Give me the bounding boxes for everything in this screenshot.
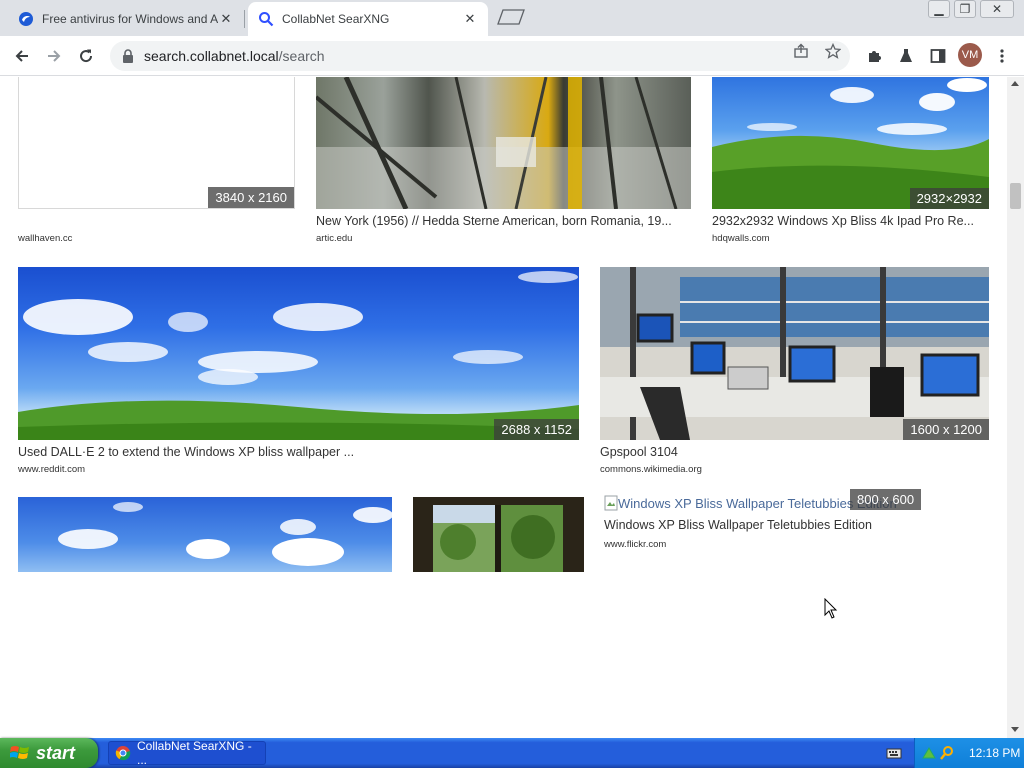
resolution-badge: 800 x 600 xyxy=(850,489,922,510)
close-window-button[interactable]: ✕ xyxy=(980,0,1014,18)
minimize-window-button[interactable]: ▁ xyxy=(928,0,950,18)
image-result[interactable]: 3840 x 2160 wallhaven.cc xyxy=(18,77,295,247)
scroll-up-arrow-icon[interactable] xyxy=(1011,81,1019,86)
tab-antivirus[interactable]: Free antivirus for Windows and Android ✕ xyxy=(8,2,244,36)
profile-avatar[interactable]: VM xyxy=(958,43,982,67)
result-title[interactable]: 2932x2932 Windows Xp Bliss 4k Ipad Pro R… xyxy=(712,214,989,228)
mouse-cursor-icon xyxy=(824,598,838,619)
taskbar-window-searxng[interactable]: CollabNet SearXNG - ... xyxy=(108,739,266,767)
bliss-sky-image xyxy=(58,502,392,566)
tab-strip: Free antivirus for Windows and Android ✕… xyxy=(0,0,1024,36)
result-thumbnail[interactable]: 2932×2932 xyxy=(712,77,989,209)
forward-button[interactable] xyxy=(41,43,67,69)
browser-toolbar: search.collabnet.local/search VM xyxy=(0,36,1024,76)
chrome-icon xyxy=(115,746,131,761)
image-result[interactable]: 2688 x 1152 Used DALL·E 2 to extend the … xyxy=(18,267,579,479)
result-title[interactable]: New York (1956) // Hedda Sterne American… xyxy=(316,214,691,228)
result-thumbnail[interactable]: 1600 x 1200 xyxy=(600,267,989,440)
url-host: search.collabnet.local xyxy=(144,48,279,64)
result-source: wallhaven.cc xyxy=(18,233,73,244)
new-tab-button[interactable] xyxy=(496,8,526,26)
lab-flask-icon[interactable] xyxy=(894,44,918,68)
image-result[interactable] xyxy=(18,497,392,572)
arrow-right-icon xyxy=(48,50,61,62)
reload-button[interactable] xyxy=(73,43,99,69)
image-result[interactable]: 1600 x 1200 Gpspool 3104 commons.wikimed… xyxy=(600,267,989,479)
start-label: start xyxy=(36,742,76,763)
share-icon[interactable] xyxy=(792,42,810,60)
computer-lab-photo-image xyxy=(600,267,989,440)
system-tray: 12:18 PM xyxy=(914,738,1024,768)
network-icon[interactable] xyxy=(921,745,937,761)
windows-flag-icon xyxy=(10,746,29,759)
resolution-badge: 1600 x 1200 xyxy=(903,419,989,440)
structure-artwork-image xyxy=(316,77,691,209)
result-title[interactable]: Windows XP Bliss Wallpaper Teletubbies E… xyxy=(604,518,934,532)
result-source: www.reddit.com xyxy=(18,464,86,475)
start-button[interactable]: start xyxy=(0,738,98,768)
close-tab-icon[interactable]: ✕ xyxy=(462,11,478,27)
resolution-badge: 3840 x 2160 xyxy=(208,187,294,208)
window-trees-photo-image xyxy=(433,505,563,572)
bliss-extended-wallpaper-image xyxy=(18,271,579,440)
page-scrollbar[interactable] xyxy=(1007,77,1024,738)
restore-window-button[interactable]: ❐ xyxy=(954,0,976,18)
back-button[interactable] xyxy=(9,43,35,69)
image-results-grid: 3840 x 2160 wallhaven.cc New York (1956)… xyxy=(0,77,1007,738)
address-bar[interactable]: search.collabnet.local/search xyxy=(110,41,850,71)
close-tab-icon[interactable]: ✕ xyxy=(218,11,234,27)
reload-icon xyxy=(80,49,93,63)
extensions-puzzle-icon[interactable] xyxy=(862,44,886,68)
result-thumbnail[interactable] xyxy=(316,77,691,209)
scroll-down-arrow-icon[interactable] xyxy=(1011,727,1019,732)
search-tray-icon[interactable] xyxy=(939,745,955,761)
result-source: hdqwalls.com xyxy=(712,233,770,244)
image-result[interactable]: Windows XP Bliss Wallpaper Teletubbies E… xyxy=(604,489,934,559)
bookmark-star-icon[interactable] xyxy=(824,42,842,60)
taskbar-window-label: CollabNet SearXNG - ... xyxy=(137,739,252,767)
broken-image-icon xyxy=(604,495,618,511)
tab-title: CollabNet SearXNG xyxy=(282,12,390,26)
side-panel-icon[interactable] xyxy=(926,44,950,68)
result-source: artic.edu xyxy=(316,233,353,244)
result-thumbnail[interactable]: 3840 x 2160 xyxy=(18,77,295,209)
tab-searxng[interactable]: CollabNet SearXNG ✕ xyxy=(248,2,488,36)
search-favicon-icon xyxy=(258,11,274,27)
result-title[interactable]: Gpspool 3104 xyxy=(600,445,989,459)
scroll-thumb[interactable] xyxy=(1010,183,1021,209)
lock-icon xyxy=(123,49,133,63)
result-thumbnail[interactable] xyxy=(18,497,392,572)
tab-divider xyxy=(244,10,245,28)
arrow-left-icon xyxy=(15,50,28,62)
url-path: /search xyxy=(278,48,325,64)
resolution-badge: 2688 x 1152 xyxy=(494,419,579,440)
image-result[interactable]: New York (1956) // Hedda Sterne American… xyxy=(316,77,691,247)
clock: 12:18 PM xyxy=(969,746,1021,760)
tab-title: Free antivirus for Windows and Android xyxy=(42,12,218,26)
result-source: www.flickr.com xyxy=(604,539,667,550)
result-title[interactable]: Used DALL·E 2 to extend the Windows XP b… xyxy=(18,445,579,459)
image-result[interactable] xyxy=(413,497,584,572)
result-thumbnail[interactable] xyxy=(413,497,584,572)
avast-favicon-icon xyxy=(18,11,34,27)
more-menu-icon[interactable] xyxy=(990,44,1014,68)
result-source: commons.wikimedia.org xyxy=(600,464,702,475)
resolution-badge: 2932×2932 xyxy=(909,188,989,209)
image-result[interactable]: 2932×2932 2932x2932 Windows Xp Bliss 4k … xyxy=(712,77,989,247)
windows-taskbar: start CollabNet SearXNG - ... 12:18 PM xyxy=(0,738,1024,768)
keyboard-icon[interactable] xyxy=(886,746,902,760)
result-thumbnail[interactable]: 2688 x 1152 xyxy=(18,267,579,440)
